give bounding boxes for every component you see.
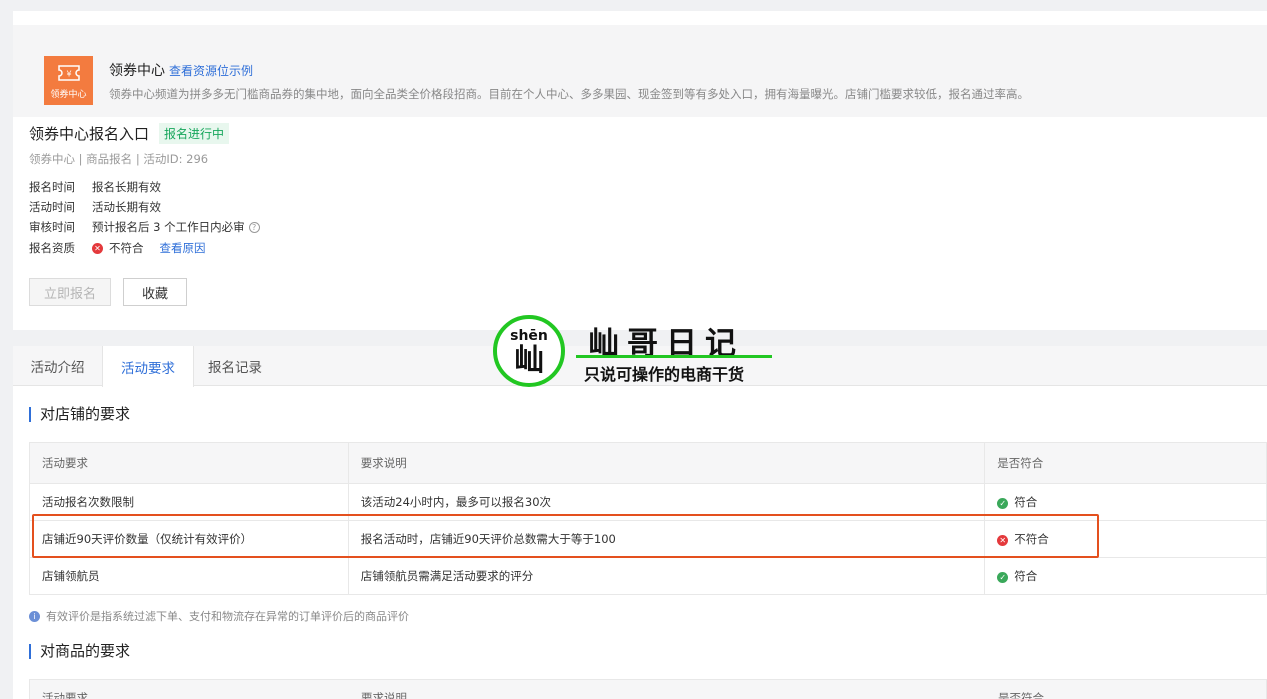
info-row-activity-time: 活动时间 活动长期有效	[29, 199, 161, 215]
error-icon: ✕	[92, 242, 103, 254]
info-row-signup-time: 报名时间 报名长期有效	[29, 179, 161, 195]
info-icon: i	[29, 610, 40, 622]
column-header: 活动要求	[29, 442, 349, 484]
column-header: 是否符合	[984, 442, 1267, 484]
entry-title: 领券中心报名入口 报名进行中	[29, 123, 230, 144]
watermark-slogan: 只说可操作的电商干货	[584, 365, 745, 384]
table-row: 店铺近90天评价数量（仅统计有效评价） 报名活动时，店铺近90天评价总数需大于等…	[29, 520, 1267, 558]
coupon-icon: ¥	[58, 65, 80, 81]
question-icon[interactable]: ?	[248, 221, 260, 233]
store-requirements-table: 活动要求 要求说明 是否符合 活动报名次数限制 该活动24小时内，最多可以报名3…	[29, 442, 1267, 595]
requirements-card: 活动介绍 活动要求 报名记录 对店铺的要求 活动要求 要求说明 是否符合 活动报…	[13, 346, 1267, 699]
info-row-qualification: 报名资质 ✕ 不符合 查看原因	[29, 240, 206, 256]
signup-button[interactable]: 立即报名	[29, 278, 111, 306]
description-cell: 该活动24小时内，最多可以报名30次	[347, 483, 986, 521]
tab-activity-requirements[interactable]: 活动要求	[102, 346, 194, 387]
result-cell: ✓ 符合	[984, 483, 1267, 521]
result-text: 不符合	[1014, 532, 1049, 546]
channel-description: 领券中心频道为拼多多无门槛商品券的集中地，面向全品类全价格段招商。目前在个人中心…	[109, 87, 1029, 101]
svg-text:¥: ¥	[66, 70, 71, 79]
result-text: 符合	[1014, 569, 1038, 583]
check-icon: ✓	[997, 498, 1009, 509]
product-requirements-table-header: 活动要求 要求说明 是否符合	[29, 679, 1267, 699]
info-value: 预计报名后 3 个工作日内必审	[92, 220, 245, 234]
watermark-logo: shēn 屾 屾哥日记 只说可操作的电商干货	[492, 314, 777, 390]
entry-subtitle: 领券中心 | 商品报名 | 活动ID: 296	[29, 152, 209, 166]
watermark-char: 屾	[514, 343, 544, 378]
product-requirements-title: 对商品的要求	[29, 644, 130, 659]
view-reason-link[interactable]: 查看原因	[160, 240, 206, 256]
description-cell: 店铺领航员需满足活动要求的评分	[347, 557, 986, 595]
table-row: 店铺领航员 店铺领航员需满足活动要求的评分 ✓ 符合	[29, 557, 1267, 595]
store-requirements-title: 对店铺的要求	[29, 407, 130, 422]
requirement-cell: 店铺近90天评价数量（仅统计有效评价）	[29, 520, 349, 558]
info-key: 活动时间	[29, 200, 75, 214]
column-header: 是否符合	[998, 691, 1044, 699]
info-row-review-time: 审核时间 预计报名后 3 个工作日内必审 ?	[29, 219, 260, 235]
coupon-center-logo: ¥ 领券中心	[44, 56, 93, 105]
valid-review-note: i 有效评价是指系统过滤下单、支付和物流存在异常的订单评价后的商品评价	[29, 608, 409, 624]
column-header: 要求说明	[361, 691, 407, 699]
activity-info-card: ¥ 领券中心 领券中心 查看资源位示例 领券中心频道为拼多多无门槛商品券的集中地，…	[13, 11, 1267, 330]
info-value: 报名长期有效	[92, 180, 161, 194]
watermark-pinyin: shēn	[510, 328, 548, 344]
info-key: 报名时间	[29, 180, 75, 194]
result-text: 符合	[1014, 495, 1038, 509]
info-value: 活动长期有效	[92, 200, 161, 214]
favorite-button[interactable]: 收藏	[123, 278, 187, 306]
watermark-underline	[576, 355, 772, 358]
column-header: 要求说明	[347, 442, 986, 484]
requirement-cell: 活动报名次数限制	[29, 483, 349, 521]
requirement-cell: 店铺领航员	[29, 557, 349, 595]
channel-banner: ¥ 领券中心 领券中心 查看资源位示例 领券中心频道为拼多多无门槛商品券的集中地，…	[13, 25, 1267, 117]
logo-label: 领券中心	[50, 90, 87, 100]
tab-signup-records[interactable]: 报名记录	[194, 346, 276, 386]
channel-name: 领券中心	[109, 63, 165, 79]
result-cell: ✓ 符合	[984, 557, 1267, 595]
tab-activity-intro[interactable]: 活动介绍	[13, 346, 102, 386]
note-text: 有效评价是指系统过滤下单、支付和物流存在异常的订单评价后的商品评价	[46, 610, 409, 623]
table-header-row: 活动要求 要求说明 是否符合	[29, 442, 1267, 484]
error-icon: ✕	[997, 535, 1009, 546]
column-header: 活动要求	[42, 691, 88, 699]
result-cell: ✕ 不符合	[984, 520, 1267, 558]
status-badge: 报名进行中	[159, 123, 230, 144]
view-example-link[interactable]: 查看资源位示例	[169, 64, 253, 78]
info-key: 报名资质	[29, 241, 75, 255]
description-cell: 报名活动时，店铺近90天评价总数需大于等于100	[347, 520, 986, 558]
entry-title-text: 领券中心报名入口	[29, 125, 150, 143]
info-key: 审核时间	[29, 220, 75, 234]
table-row: 活动报名次数限制 该活动24小时内，最多可以报名30次 ✓ 符合	[29, 483, 1267, 521]
info-value: 不符合	[109, 241, 144, 255]
watermark-circle: shēn 屾	[493, 315, 565, 387]
check-icon: ✓	[997, 572, 1009, 583]
channel-title: 领券中心 查看资源位示例	[109, 60, 253, 80]
